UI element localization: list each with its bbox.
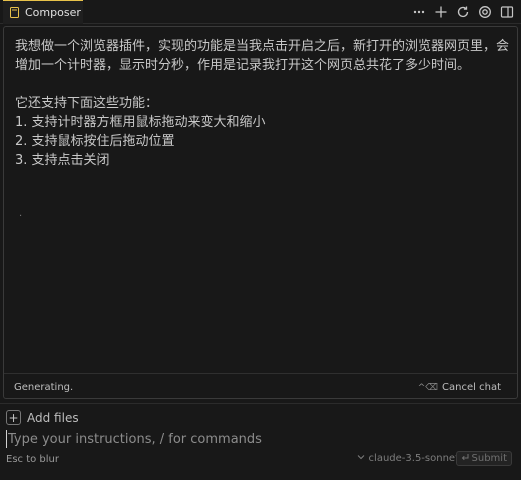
tab-composer[interactable]: Composer — [3, 0, 83, 24]
submit-label: Submit — [471, 453, 507, 464]
message-heading: 它还支持下面这些功能： — [15, 96, 159, 111]
typing-indicator: . — [19, 208, 23, 219]
model-selector[interactable]: claude-3.5-sonnet — [357, 453, 459, 464]
status-text: Generating. — [14, 382, 74, 393]
model-name: claude-3.5-sonnet — [368, 453, 459, 464]
refresh-icon[interactable] — [455, 4, 471, 20]
cancel-chat-button[interactable]: ^⌫ Cancel chat — [418, 382, 501, 393]
instructions-input[interactable] — [6, 430, 506, 448]
cancel-shortcut: ^⌫ — [417, 382, 439, 393]
status-divider — [4, 373, 517, 374]
plus-icon[interactable] — [433, 4, 449, 20]
feature-item: 1. 支持计时器方框用鼠标拖动来变大和缩小 — [15, 115, 266, 130]
add-files-button[interactable]: + Add files — [6, 410, 79, 425]
esc-hint: Esc to blur — [6, 454, 59, 465]
chevron-down-icon — [357, 453, 365, 464]
user-message: 我想做一个浏览器插件，实现的功能是当我点击开启之后，新打开的浏览器网页里，会增加… — [15, 37, 510, 170]
more-icon[interactable] — [411, 4, 427, 20]
composer-input-area: + Add files Esc to blur claude-3.5-sonne… — [0, 403, 521, 480]
submit-button[interactable]: Submit — [455, 451, 512, 466]
tab-bar: Composer — [0, 0, 521, 24]
plus-icon: + — [6, 410, 21, 425]
enter-icon — [461, 453, 469, 464]
feature-item: 2. 支持鼠标按住后拖动位置 — [15, 134, 175, 149]
toolbar-actions — [411, 3, 515, 21]
feature-item: 3. 支持点击关闭 — [15, 153, 110, 168]
composer-icon — [9, 7, 20, 18]
chat-panel: 我想做一个浏览器插件，实现的功能是当我点击开启之后，新打开的浏览器网页里，会增加… — [3, 26, 518, 399]
panel-icon[interactable] — [499, 4, 515, 20]
history-icon[interactable] — [477, 4, 493, 20]
add-files-label: Add files — [27, 410, 79, 425]
cancel-chat-label: Cancel chat — [442, 382, 501, 393]
tab-title: Composer — [25, 6, 81, 19]
message-paragraph: 我想做一个浏览器插件，实现的功能是当我点击开启之后，新打开的浏览器网页里，会增加… — [15, 39, 510, 73]
